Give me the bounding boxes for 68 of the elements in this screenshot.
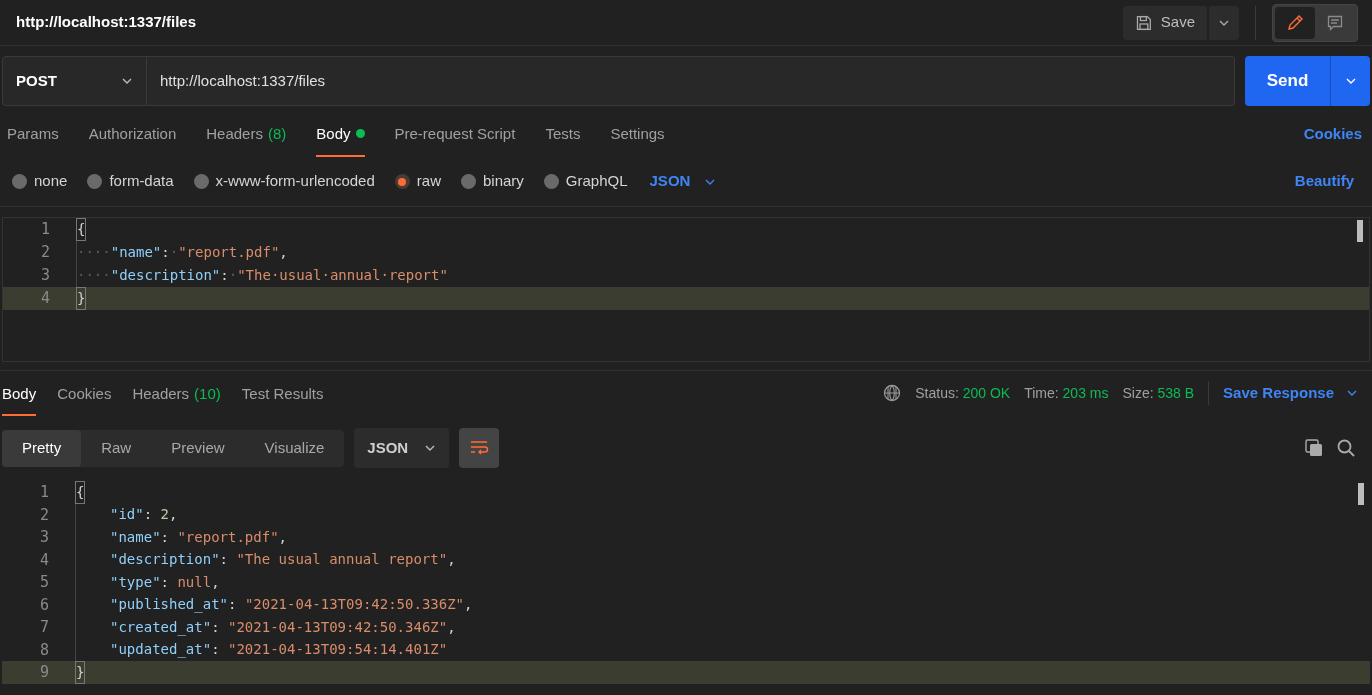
line-number: 8 <box>38 639 49 661</box>
body-type-radio[interactable]: x-www-form-urlencoded <box>193 170 375 193</box>
body-type-radio[interactable]: GraphQL <box>543 170 628 193</box>
line-number: 7 <box>38 617 49 638</box>
comment-icon <box>1326 13 1344 32</box>
copy-icon[interactable] <box>1304 438 1324 458</box>
response-tab[interactable]: Cookies <box>57 382 112 416</box>
response-tab[interactable]: Test Results <box>241 382 324 416</box>
line-number: 6 <box>38 594 49 616</box>
line-number: 1 <box>39 219 50 241</box>
cookies-link[interactable]: Cookies <box>1303 122 1362 157</box>
request-tab[interactable]: Params <box>7 122 59 157</box>
save-button[interactable]: Save <box>1123 5 1207 40</box>
line-number: 2 <box>39 242 50 264</box>
view-mode-tab[interactable]: Visualize <box>244 429 345 467</box>
line-number: 3 <box>38 527 49 548</box>
line-number: 2 <box>38 504 49 526</box>
body-type-radio[interactable]: form-data <box>87 170 174 193</box>
request-tab[interactable]: Authorization <box>88 122 177 157</box>
line-number: 1 <box>38 482 49 503</box>
pencil-icon <box>1286 13 1304 32</box>
request-tab[interactable]: Tests <box>545 122 581 157</box>
code-line: } <box>75 661 85 684</box>
code-line: "description": "The usual annual report", <box>75 548 456 571</box>
method-dropdown[interactable]: POST <box>2 56 147 106</box>
scrollbar-thumb[interactable] <box>1358 483 1364 505</box>
view-mode-tab[interactable]: Preview <box>151 429 245 467</box>
code-line: "type": null, <box>75 571 220 594</box>
wrap-lines-icon <box>469 440 490 456</box>
request-title: http://localhost:1337/files <box>16 12 197 33</box>
response-tab[interactable]: Headers (10) <box>132 382 221 416</box>
size-text: Size: 538 B <box>1122 383 1195 403</box>
scrollbar-thumb[interactable] <box>1357 220 1363 242</box>
body-type-radio[interactable]: none <box>12 170 68 193</box>
code-line: "created_at": "2021-04-13T09:42:50.346Z", <box>75 616 456 639</box>
body-type-radio[interactable]: binary <box>460 170 524 193</box>
line-number: 9 <box>38 662 49 683</box>
code-line: "published_at": "2021-04-13T09:42:50.336Z", <box>75 593 473 616</box>
wrap-lines-button[interactable] <box>459 428 500 468</box>
format-dropdown[interactable]: JSON <box>354 428 450 468</box>
request-tab[interactable]: Pre-request Script <box>394 122 516 157</box>
beautify-link[interactable]: Beautify <box>1294 170 1354 193</box>
request-tab[interactable]: Headers (8) <box>206 122 287 157</box>
time-text: Time: 203 ms <box>1024 383 1109 403</box>
line-number: 3 <box>39 265 50 287</box>
globe-icon <box>883 384 902 402</box>
code-line: ····"name":·"report.pdf", <box>76 241 288 264</box>
save-options-button[interactable] <box>1209 5 1239 40</box>
line-number: 4 <box>38 549 49 571</box>
code-line: "id": 2, <box>75 503 178 526</box>
request-tab[interactable]: Body <box>316 122 365 157</box>
body-type-radio[interactable]: raw <box>394 170 441 193</box>
line-number: 5 <box>38 572 49 593</box>
search-icon[interactable] <box>1336 438 1356 458</box>
save-response-dropdown[interactable]: Save Response <box>1223 381 1358 405</box>
response-tab[interactable]: Body <box>2 382 37 416</box>
line-number: 4 <box>39 288 50 310</box>
code-line: "name": "report.pdf", <box>75 526 288 549</box>
format-dropdown[interactable]: JSON <box>649 170 717 193</box>
view-mode-tab[interactable]: Raw <box>81 429 152 467</box>
code-line: { <box>76 218 86 241</box>
code-line: } <box>76 287 86 310</box>
request-tab[interactable]: Settings <box>610 122 665 157</box>
status-text: Status: 200 OK <box>915 383 1011 403</box>
view-mode-tab[interactable]: Pretty <box>2 429 82 467</box>
url-field[interactable]: http://localhost:1337/files <box>147 56 1235 106</box>
code-line: { <box>75 481 85 504</box>
edit-mode-button[interactable] <box>1275 6 1315 39</box>
